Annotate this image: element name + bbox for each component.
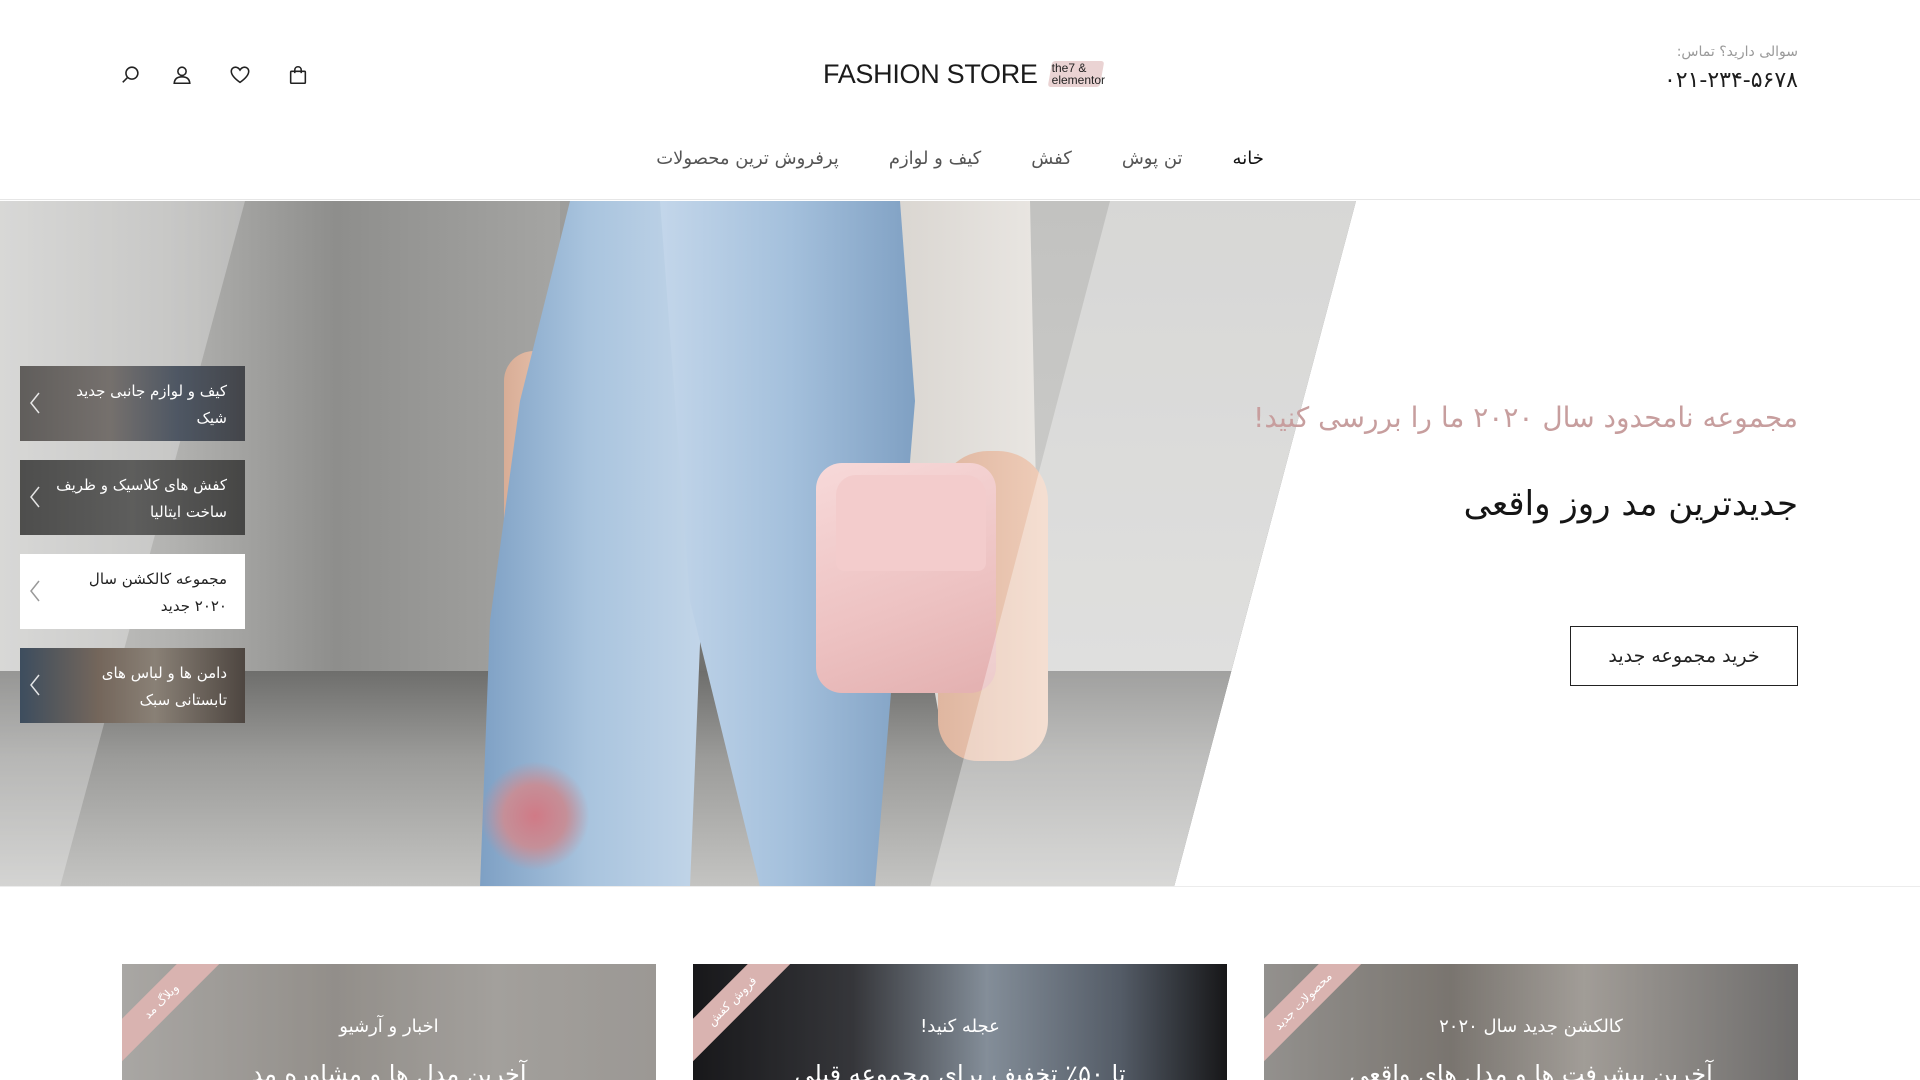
contact-info: سوالی دارید؟ تماس: ۰۲۱-۲۳۴-۵۶۷۸ xyxy=(1664,44,1798,93)
promo-card-sale[interactable]: فروش کفش عجله کنید! تا ۵۰٪ تخفیف برای مج… xyxy=(693,964,1227,1080)
card-title: آخرین مدل ها و مشاوره مد xyxy=(251,1060,527,1080)
hero-subtitle: مجموعه نامحدود سال ۲۰۲۰ ما را بررسی کنید… xyxy=(1253,401,1798,434)
nav-item-apparel[interactable]: تن پوش xyxy=(1122,148,1183,169)
contact-question: سوالی دارید؟ تماس: xyxy=(1676,44,1798,60)
slide-label: دامن ها و لباس های تابستانی سبک xyxy=(101,664,227,709)
shopping-bag-icon[interactable] xyxy=(285,62,311,88)
site-header: سوالی دارید؟ تماس: ۰۲۱-۲۳۴-۵۶۷۸ FASHION … xyxy=(0,0,1920,200)
chevron-left-icon xyxy=(28,484,42,510)
chevron-left-icon xyxy=(28,578,42,604)
shop-new-collection-button[interactable]: خرید مجموعه جدید xyxy=(1570,626,1798,686)
slide-label: کیف و لوازم جانبی جدید شیک xyxy=(76,382,227,427)
logo-badge-line2: elementor xyxy=(1051,73,1106,87)
slide-thumb-collection[interactable]: مجموعه کالکشن سال ۲۰۲۰ جدید xyxy=(20,554,245,629)
nav-item-home[interactable]: خانه xyxy=(1233,148,1264,169)
card-eyebrow: اخبار و آرشیو xyxy=(339,1016,439,1037)
slide-thumb-shoes[interactable]: کفش های کلاسیک و ظریف ساخت ایتالیا xyxy=(20,460,245,535)
nav-item-shoes[interactable]: کفش xyxy=(1031,148,1072,169)
heart-icon[interactable] xyxy=(227,62,253,88)
hero-title: جدیدترین مد روز واقعی xyxy=(1463,484,1798,524)
site-logo[interactable]: FASHION STORE the7 & elementor xyxy=(823,58,1120,90)
card-eyebrow: عجله کنید! xyxy=(920,1016,1000,1037)
slide-thumb-summer[interactable]: دامن ها و لباس های تابستانی سبک xyxy=(20,648,245,723)
slide-label: مجموعه کالکشن سال ۲۰۲۰ جدید xyxy=(88,570,227,615)
card-title: تا ۵۰٪ تخفیف برای مجموعه قبلی xyxy=(794,1060,1126,1080)
card-title: آخرین پیشرفت ها و مدل های واقعی xyxy=(1349,1060,1713,1080)
promo-card-blog[interactable]: وبلاگ مد اخبار و آرشیو آخرین مدل ها و مش… xyxy=(122,964,656,1080)
hero-slider: مجموعه نامحدود سال ۲۰۲۰ ما را بررسی کنید… xyxy=(0,201,1920,887)
slide-label: کفش های کلاسیک و ظریف ساخت ایتالیا xyxy=(56,476,227,521)
chevron-left-icon xyxy=(28,672,42,698)
search-icon[interactable] xyxy=(118,62,144,88)
promo-card-new-products[interactable]: محصولات جدید کالکشن جدید سال ۲۰۲۰ آخرین … xyxy=(1264,964,1798,1080)
header-icons xyxy=(118,62,311,88)
user-icon[interactable] xyxy=(169,62,195,88)
nav-item-bags[interactable]: کیف و لوازم xyxy=(889,148,981,169)
logo-text: FASHION STORE xyxy=(823,58,1038,89)
promo-cards: وبلاگ مد اخبار و آرشیو آخرین مدل ها و مش… xyxy=(122,964,1798,1080)
contact-phone[interactable]: ۰۲۱-۲۳۴-۵۶۷۸ xyxy=(1664,68,1798,93)
logo-badge: the7 & elementor xyxy=(1046,58,1120,90)
card-eyebrow: کالکشن جدید سال ۲۰۲۰ xyxy=(1439,1016,1623,1037)
slide-thumb-bags[interactable]: کیف و لوازم جانبی جدید شیک xyxy=(20,366,245,441)
slide-thumbnails: کیف و لوازم جانبی جدید شیک کفش های کلاسی… xyxy=(20,366,245,742)
main-nav: خانه تن پوش کفش کیف و لوازم پرفروش ترین … xyxy=(0,148,1920,169)
hero-text: مجموعه نامحدود سال ۲۰۲۰ ما را بررسی کنید… xyxy=(1253,401,1798,524)
nav-item-bestsellers[interactable]: پرفروش ترین محصولات xyxy=(656,148,839,169)
chevron-left-icon xyxy=(28,390,42,416)
